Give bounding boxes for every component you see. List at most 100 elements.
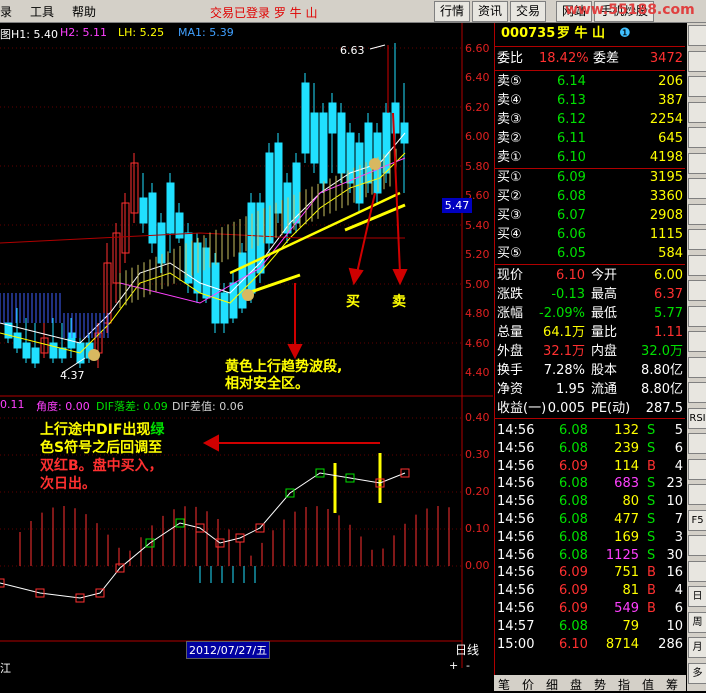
tick-direction: S: [647, 440, 656, 456]
tick-direction: B: [647, 458, 656, 474]
tick-count: 6: [674, 601, 683, 616]
high-price-label: 6.63: [340, 44, 365, 57]
buy-order-row[interactable]: 买① 6.09 3195: [495, 169, 685, 187]
tick-row: 14:56 6.08 132 S 5: [495, 422, 685, 440]
order-price: 6.06: [557, 227, 586, 242]
price-tick: 6.60: [465, 42, 490, 55]
ind-dif-drop: DIF落差: 0.09: [96, 400, 168, 413]
stat-label: 最低: [591, 306, 618, 321]
tick-price: 6.09: [559, 583, 588, 599]
side-button[interactable]: [688, 458, 706, 480]
bottom-tab[interactable]: 细: [546, 676, 558, 693]
quote-panel: 000735 罗 牛 山 ❶ 委比 18.42% 委差 3472 卖⑤ 6.14…: [494, 23, 687, 691]
side-button[interactable]: [688, 25, 706, 46]
tick-volume: 80: [622, 494, 639, 510]
candle-body: [31, 347, 40, 364]
period-label[interactable]: 日线: [455, 641, 479, 658]
stat-label: 最高: [591, 287, 618, 302]
tick-time: 14:56: [497, 458, 535, 474]
sell-order-row[interactable]: 卖③ 6.12 2254: [495, 111, 685, 129]
side-button[interactable]: [688, 535, 706, 556]
side-button[interactable]: [688, 76, 706, 97]
side-button[interactable]: 月: [688, 637, 706, 658]
side-button[interactable]: [688, 484, 706, 505]
side-button[interactable]: [688, 305, 706, 327]
bottom-tab[interactable]: 笔: [498, 676, 510, 693]
side-button[interactable]: [688, 50, 706, 72]
order-label: 买⑤: [497, 246, 522, 261]
stat-value: 6.10: [556, 268, 585, 283]
side-button[interactable]: [688, 382, 706, 403]
stat-value: -2.09%: [539, 306, 585, 321]
menu-item-1[interactable]: 录: [0, 3, 12, 20]
info-icon[interactable]: ❶: [619, 25, 631, 43]
order-volume: 1115: [649, 227, 683, 242]
side-button[interactable]: [688, 152, 706, 174]
zoom-out-button[interactable]: -: [466, 659, 470, 672]
buy-order-row[interactable]: 买③ 6.07 2908: [495, 207, 685, 225]
tab-market[interactable]: 行情: [434, 1, 470, 22]
stat-label: 净资: [497, 382, 524, 397]
ind-value: 0.11: [0, 398, 25, 411]
tick-time: 14:56: [497, 547, 535, 563]
order-volume: 3360: [649, 189, 683, 204]
tab-trade[interactable]: 交易: [510, 1, 546, 22]
bottom-tab[interactable]: 价: [522, 676, 534, 693]
side-button[interactable]: 多: [688, 662, 706, 684]
kline-chart[interactable]: 图H1: 5.40 H2: 5.11 LH: 5.25 MA1: 5.39 6.…: [0, 23, 493, 691]
sell-order-row[interactable]: 卖② 6.11 645: [495, 130, 685, 148]
side-button[interactable]: F5: [688, 509, 706, 531]
side-button[interactable]: 周: [688, 611, 706, 633]
stat-label: 量比: [591, 325, 618, 340]
bottom-tab[interactable]: 势: [594, 676, 606, 693]
stat-row: 现价 6.10 今开 6.00: [495, 267, 685, 285]
side-button[interactable]: [688, 101, 706, 123]
order-volume: 3195: [649, 170, 683, 185]
candle-body: [13, 332, 22, 349]
side-button[interactable]: [688, 560, 706, 582]
order-price: 6.05: [557, 246, 586, 261]
stat-value: 8.80亿: [641, 363, 683, 378]
bottom-tab[interactable]: 盘: [570, 676, 582, 693]
bottom-tab[interactable]: 值: [642, 676, 654, 693]
zoom-in-button[interactable]: +: [449, 659, 458, 672]
weibi-value: 18.42%: [539, 51, 589, 66]
buy-label: 买: [346, 294, 360, 310]
tick-row: 14:56 6.08 1125 S 30: [495, 547, 685, 565]
side-button[interactable]: [688, 127, 706, 148]
stat-value: 0.005: [547, 401, 585, 416]
bottom-tab[interactable]: 指: [618, 676, 630, 693]
side-button[interactable]: [688, 356, 706, 378]
menu-item-help[interactable]: 帮助: [72, 3, 96, 20]
tick-time: 14:56: [497, 423, 535, 438]
side-button[interactable]: [688, 331, 706, 352]
tick-row: 15:00 6.10 8714 286: [495, 636, 685, 654]
sell-order-row[interactable]: 卖④ 6.13 387: [495, 92, 685, 110]
side-button[interactable]: [688, 254, 706, 276]
sell-order-row[interactable]: 卖① 6.10 4198: [495, 149, 685, 167]
side-button[interactable]: [688, 280, 706, 301]
tab-news[interactable]: 资讯: [472, 1, 508, 22]
price-tick: 5.40: [465, 219, 490, 232]
menu-item-tools[interactable]: 工具: [30, 3, 54, 20]
buy-order-row[interactable]: 买② 6.08 3360: [495, 188, 685, 206]
tick-direction: S: [647, 494, 656, 510]
order-label: 买④: [497, 227, 522, 242]
side-button[interactable]: 日: [688, 586, 706, 607]
side-button[interactable]: [688, 178, 706, 199]
order-volume: 2908: [649, 208, 683, 223]
side-button[interactable]: [688, 433, 706, 454]
side-button[interactable]: [688, 229, 706, 250]
buy-order-row[interactable]: 买④ 6.06 1115: [495, 226, 685, 244]
buy-order-row[interactable]: 买⑤ 6.05 584: [495, 245, 685, 263]
tick-volume: 239: [614, 440, 639, 456]
side-button[interactable]: [688, 203, 706, 225]
tick-time: 14:56: [497, 601, 535, 616]
ind-tick: 0.20: [465, 485, 490, 498]
bottom-tab[interactable]: 筹: [666, 676, 678, 693]
candle-body: [310, 112, 319, 164]
sell-order-row[interactable]: 卖⑤ 6.14 206: [495, 73, 685, 91]
side-button[interactable]: RSI: [688, 407, 706, 429]
stat-value: 6.00: [654, 268, 683, 283]
current-price-tag: 5.47: [442, 198, 472, 213]
